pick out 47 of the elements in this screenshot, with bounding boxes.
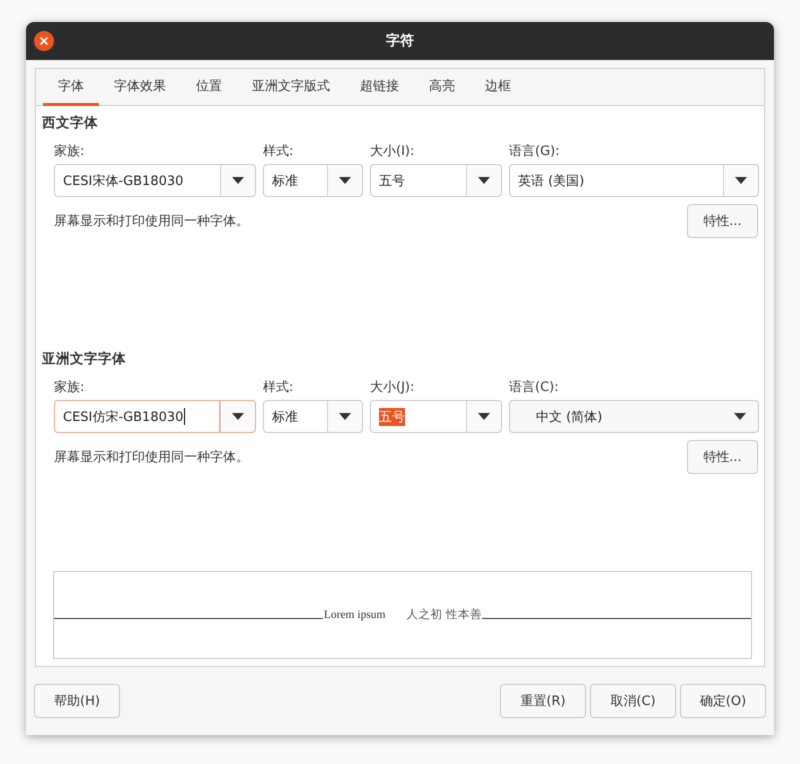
tab[interactable]: 高亮 (414, 69, 470, 106)
combo-box[interactable]: 标准 (263, 164, 363, 197)
properties-button[interactable]: 特性... (687, 440, 758, 474)
field-label: 家族: (54, 143, 86, 160)
dropdown-arrow-icon (734, 413, 746, 420)
dropdown-arrow-icon (478, 177, 490, 184)
section-title: 亚洲文字字体 (42, 350, 127, 368)
help-button[interactable]: 帮助(H) (34, 684, 120, 718)
text-cursor (184, 408, 186, 425)
close-button[interactable] (34, 31, 54, 51)
tab[interactable]: 位置 (181, 69, 237, 106)
dialog-button[interactable]: 确定(O) (680, 684, 766, 718)
dropdown-arrow-icon (232, 413, 244, 420)
font-combo-box[interactable]: CESI宋体-GB18030 (54, 164, 256, 197)
field-label: 样式: (263, 379, 294, 396)
font-combo-box[interactable]: CESI仿宋-GB18030 (54, 400, 256, 433)
window-title: 字符 (386, 33, 414, 49)
dropdown-arrow-icon (339, 413, 351, 420)
dropdown-arrow-icon (339, 177, 351, 184)
tab[interactable]: 亚洲文字版式 (237, 69, 345, 106)
note-text: 屏幕显示和打印使用同一种字体。 (54, 449, 249, 466)
dialog-button[interactable]: 取消(C) (590, 684, 676, 718)
section-title: 西文字体 (42, 114, 99, 132)
tab[interactable]: 超链接 (345, 69, 414, 106)
note-text: 屏幕显示和打印使用同一种字体。 (54, 213, 249, 230)
combo-box[interactable]: 五号 (370, 164, 502, 197)
field-label: 语言(C): (509, 379, 560, 396)
dropdown[interactable]: 中文 (简体) (509, 400, 759, 433)
dropdown-arrow-icon (735, 177, 747, 184)
combo-box[interactable]: 英语 (美国) (509, 164, 759, 197)
tab[interactable]: 字体 (43, 69, 99, 106)
combo-box[interactable]: 五号 (370, 400, 502, 433)
field-label: 语言(G): (509, 143, 561, 160)
dropdown-arrow-icon (478, 413, 490, 420)
combo-box[interactable]: 标准 (263, 400, 363, 433)
dialog-button[interactable]: 重置(R) (500, 684, 586, 718)
dropdown-arrow-icon (232, 177, 244, 184)
properties-button[interactable]: 特性... (687, 204, 758, 238)
tab[interactable]: 边框 (470, 69, 526, 106)
field-label: 样式: (263, 143, 294, 160)
close-icon (40, 37, 48, 45)
preview-text: 人之初 性本善 (406, 607, 482, 622)
tab[interactable]: 字体效果 (99, 69, 181, 106)
field-label: 家族: (54, 379, 86, 396)
field-label: 大小(I): (370, 143, 416, 160)
preview-text: Lorem ipsum (322, 608, 386, 621)
field-label: 大小(J): (370, 379, 416, 396)
